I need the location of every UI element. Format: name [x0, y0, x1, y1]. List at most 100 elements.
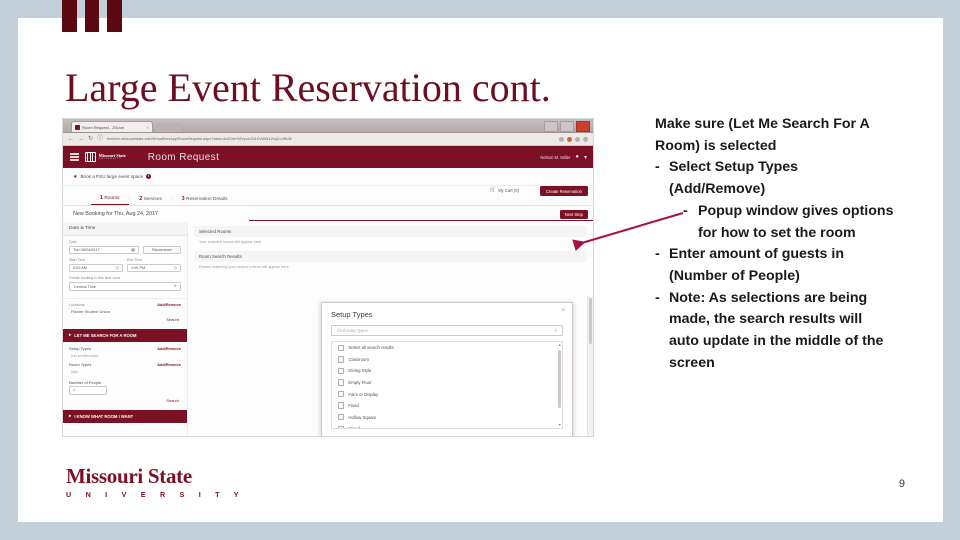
list-item[interactable]: Mixed — [332, 423, 562, 429]
reload-icon[interactable]: ↻ — [88, 136, 93, 142]
profile-icon[interactable] — [575, 136, 580, 142]
tab-reservation-details[interactable]: 3 Reservation Details — [173, 196, 237, 205]
number-of-people-value: 1 — [73, 388, 76, 393]
chevron-down-icon[interactable]: ▾ — [584, 154, 587, 161]
list-scrollbar-thumb[interactable] — [558, 350, 561, 408]
modal-close-icon[interactable]: × — [561, 308, 565, 314]
checkbox-icon[interactable] — [338, 356, 345, 363]
app-header-right: Nelson M. Miller ● ▾ — [540, 146, 587, 168]
list-item-label: Mixed — [348, 426, 360, 429]
clock-icon[interactable]: ◷ — [116, 265, 120, 270]
start-time-input[interactable]: 9:00 AM ◷ — [69, 263, 123, 272]
maximize-icon[interactable] — [560, 121, 574, 132]
setup-types-add-remove-link[interactable]: Add/Remove — [157, 346, 181, 351]
checkbox-icon[interactable] — [338, 379, 345, 386]
checkbox-icon[interactable] — [338, 344, 345, 351]
checkbox-icon[interactable] — [338, 367, 345, 375]
back-icon[interactable]: ← — [68, 136, 74, 142]
info-badge-icon[interactable]: i — [146, 174, 152, 179]
list-item[interactable]: Classroom — [332, 354, 562, 366]
list-item[interactable]: Hollow Square — [332, 411, 562, 423]
tab-rooms[interactable]: 1 Rooms — [91, 195, 129, 205]
extension-icon[interactable] — [567, 136, 572, 142]
bullet-dash: - — [655, 159, 660, 176]
browser-tab-title: Room Request - 25Live — [82, 124, 125, 130]
booking-title: New Booking for Thu, Aug 24, 2017 — [73, 211, 159, 217]
booking-title-row: New Booking for Thu, Aug 24, 2017 Next S… — [63, 206, 593, 222]
favorite-star-icon[interactable]: ★ — [73, 174, 77, 180]
search-icon[interactable]: ⌕ — [554, 328, 557, 333]
scroll-down-icon[interactable]: ▼ — [558, 423, 562, 427]
slide: Large Event Reservation cont. Room Reque… — [0, 0, 960, 540]
number-of-people-field-group: Number of People 1 Search — [63, 378, 187, 407]
list-item[interactable]: Fairs or Display — [332, 388, 562, 400]
let-me-search-label: LET ME SEARCH FOR A ROOM — [74, 332, 137, 338]
i-know-what-room-i-want-bar[interactable]: ▸ I KNOW WHAT ROOM I WANT — [63, 409, 187, 423]
step-tabs: 1 Rooms › 2 Services › 3 Reservation Det… — [63, 186, 593, 206]
list-item[interactable]: Dining Style — [332, 365, 562, 377]
tab-services[interactable]: 2 Services — [130, 196, 171, 205]
setup-types-list[interactable]: Select all search results Classroom Dini… — [331, 341, 563, 429]
info-icon: ⓘ — [97, 136, 104, 142]
my-cart-button[interactable]: 🛒 My Cart (0) — [490, 187, 519, 193]
timezone-select[interactable]: Central Time ▾ — [69, 281, 181, 291]
checkbox-icon[interactable] — [338, 402, 345, 409]
new-tab-button[interactable] — [156, 123, 182, 132]
bookmark-star-icon[interactable] — [559, 136, 564, 142]
timezone-value: Central Time — [74, 283, 97, 289]
checkbox-icon[interactable] — [338, 425, 345, 428]
hamburger-icon[interactable] — [70, 153, 79, 161]
logo-wordmark: Missouri State — [66, 464, 192, 488]
logo-subtitle: U N I V E R S I T Y — [66, 490, 245, 499]
minimize-icon[interactable] — [544, 121, 558, 132]
clock-icon[interactable]: ◷ — [174, 265, 178, 270]
user-name-label: Nelson M. Miller — [540, 154, 571, 160]
notes-bullet-3-text: Note: As selections are being made, the … — [669, 289, 884, 371]
forward-icon[interactable]: → — [78, 136, 84, 142]
list-item[interactable]: Fixed — [332, 400, 562, 412]
find-setup-types-placeholder: Find setup types — [337, 328, 368, 333]
close-window-icon[interactable] — [576, 121, 590, 132]
room-search-link[interactable]: Search — [69, 395, 181, 403]
list-item[interactable]: Empty Floor — [332, 377, 562, 389]
checkbox-icon[interactable] — [338, 390, 345, 398]
menu-icon[interactable] — [583, 136, 588, 142]
checkbox-icon[interactable] — [338, 414, 345, 421]
chevron-right-icon: ▸ — [69, 332, 72, 337]
app-header: Missouri State UNIVERSITY Room Request N… — [63, 146, 593, 168]
columns-icon — [85, 152, 96, 162]
room-types-value: (all) — [71, 368, 78, 374]
let-me-search-for-a-room-bar[interactable]: ▸ LET ME SEARCH FOR A ROOM — [63, 328, 187, 342]
address-bar-icons — [559, 136, 588, 142]
page-scrollbar[interactable] — [587, 296, 593, 436]
locations-search-link[interactable]: Search — [69, 314, 181, 322]
find-setup-types-input[interactable]: Find setup types ⌕ — [331, 325, 563, 336]
number-of-people-input[interactable]: 1 — [69, 386, 107, 395]
list-item-label: Fairs or Display — [348, 391, 379, 397]
browser-tab[interactable]: Room Request - 25Live × — [71, 121, 153, 132]
room-types-add-remove-link[interactable]: Add/Remove — [157, 362, 181, 367]
scroll-up-icon[interactable]: ▲ — [558, 343, 562, 347]
tab-reservation-details-number: 3 — [181, 196, 185, 202]
list-item-label: Classroom — [348, 356, 369, 362]
breadcrumb-label: Book a PSU large event space — [80, 174, 144, 179]
locations-add-remove-link[interactable]: Add/Remove — [157, 302, 181, 307]
date-input[interactable]: Thu 08/24/2017 ▦ — [69, 245, 139, 254]
list-item-select-all[interactable]: Select all search results — [332, 342, 562, 354]
modal-title: Setup Types — [331, 310, 373, 319]
selected-setup-types-label: Selected Setup Types — [331, 436, 563, 437]
list-item-label: Hollow Square — [348, 414, 377, 420]
end-time-value: 1:00 PM — [131, 265, 146, 270]
room-types-field-group: Add/Remove Room Types (all) — [63, 362, 187, 378]
calendar-icon[interactable]: ▦ — [131, 247, 135, 252]
create-reservation-button[interactable]: Create Reservation — [539, 186, 588, 196]
url-input[interactable]: hvmlive.missouristate.edu/VirtualEmsApp/… — [107, 137, 555, 141]
user-avatar-icon[interactable]: ● — [575, 154, 579, 160]
end-time-input[interactable]: 1:00 PM ◷ — [127, 263, 181, 272]
bullet-dash: - — [655, 289, 660, 306]
timezone-label: Create booking in this time zone — [69, 276, 121, 280]
cart-icon: 🛒 — [489, 187, 497, 193]
tab-close-icon[interactable]: × — [147, 125, 149, 130]
locations-label: Locations — [69, 302, 85, 307]
recurrence-button[interactable]: Recurrence — [143, 245, 181, 254]
